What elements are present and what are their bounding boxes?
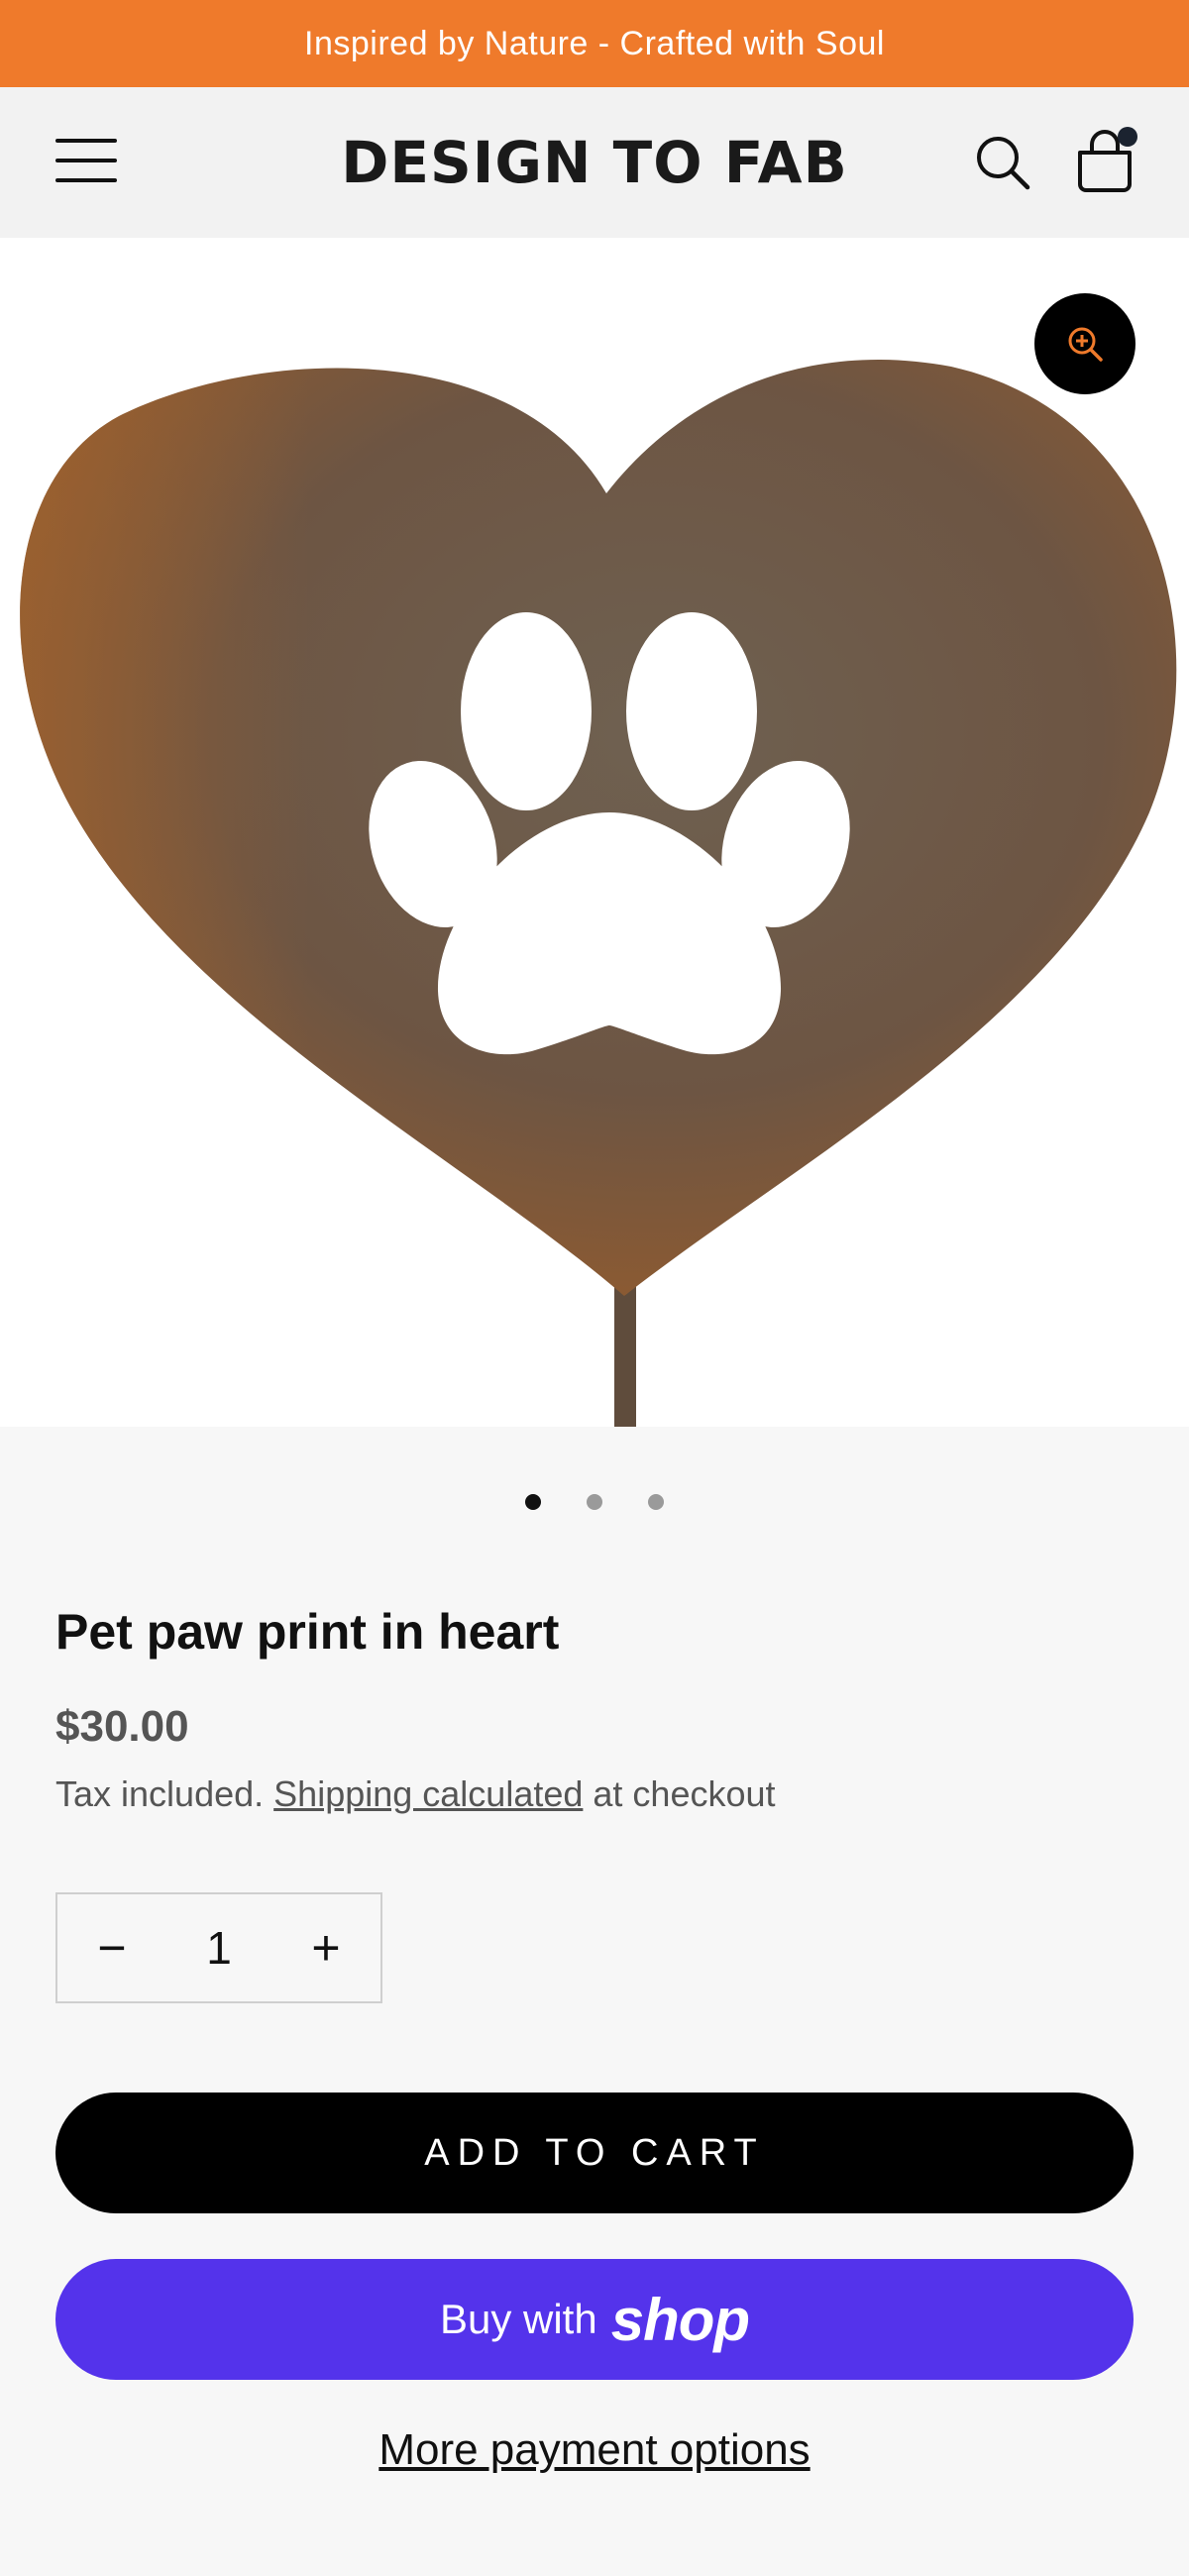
cart-count-badge (1118, 127, 1137, 147)
gallery-dot-3[interactable] (648, 1494, 664, 1510)
shipping-link[interactable]: Shipping calculated (273, 1773, 583, 1814)
zoom-in-icon[interactable] (1034, 293, 1135, 394)
more-payment-options-link[interactable]: More payment options (0, 2425, 1189, 2475)
quantity-stepper: − 1 + (55, 1892, 382, 2003)
product-image (20, 359, 1177, 1427)
shop-logo: shop (610, 2286, 750, 2353)
announcement-text: Inspired by Nature - Crafted with Soul (304, 24, 885, 62)
quantity-value[interactable]: 1 (166, 1921, 271, 1975)
site-logo[interactable]: DESIGN TO FAB (297, 127, 892, 198)
quantity-increase-button[interactable]: + (271, 1894, 380, 2001)
gallery-dot-1[interactable] (525, 1494, 541, 1510)
product-gallery[interactable] (0, 238, 1189, 1427)
shopping-bag-icon[interactable] (1072, 127, 1137, 194)
product-price: $30.00 (55, 1702, 189, 1751)
quantity-decrease-button[interactable]: − (57, 1894, 166, 2001)
tax-suffix: at checkout (593, 1773, 776, 1814)
buy-with-label: Buy with (439, 2296, 597, 2342)
hamburger-menu-icon[interactable] (55, 137, 117, 184)
buy-with-shop-button[interactable]: Buy with shop (55, 2259, 1134, 2380)
gallery-dot-2[interactable] (587, 1494, 602, 1510)
announcement-bar: Inspired by Nature - Crafted with Soul (0, 0, 1189, 87)
tax-note: Tax included. Shipping calculated at che… (55, 1773, 1145, 1815)
search-icon[interactable] (973, 133, 1032, 192)
tax-prefix: Tax included. (55, 1773, 265, 1814)
gallery-pagination (0, 1486, 1189, 1518)
product-title: Pet paw print in heart (55, 1604, 560, 1660)
add-to-cart-button[interactable]: ADD TO CART (55, 2093, 1134, 2213)
site-header: DESIGN TO FAB (0, 87, 1189, 238)
